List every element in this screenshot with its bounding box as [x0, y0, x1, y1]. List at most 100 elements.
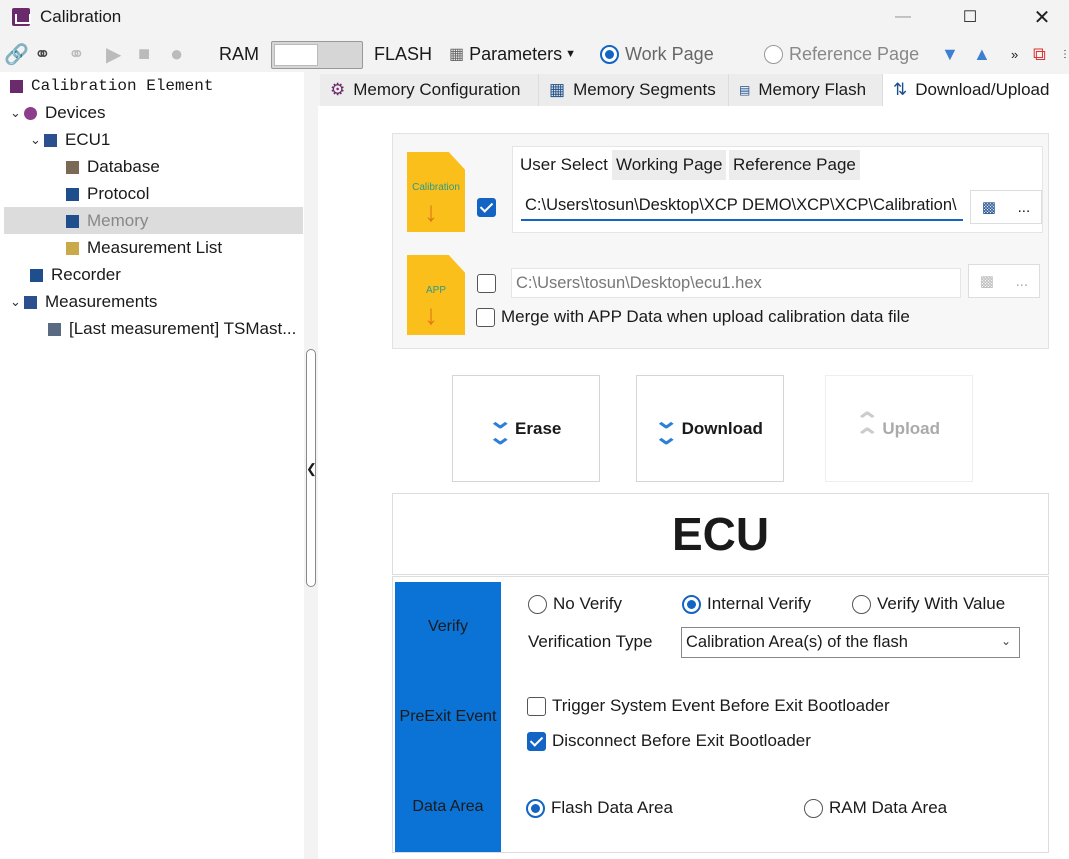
- app-browse-button[interactable]: ...: [1016, 273, 1029, 290]
- calibration-browse-button[interactable]: ...: [1018, 199, 1031, 216]
- stop-icon[interactable]: ■: [138, 36, 150, 72]
- overflow-icon[interactable]: »: [1011, 36, 1018, 72]
- play-icon[interactable]: ▶: [106, 36, 121, 72]
- tree-item-devices[interactable]: ⌄ Devices: [10, 100, 105, 126]
- gear-icon: ⚙: [330, 80, 346, 99]
- tab-memory-configuration[interactable]: ⚙ Memory Configuration: [320, 74, 539, 106]
- tree-root[interactable]: Calibration Element: [10, 73, 213, 99]
- tab-memory-segments[interactable]: ▦ Memory Segments: [539, 74, 729, 106]
- verification-type-label: Verification Type: [528, 632, 653, 651]
- work-page-radio[interactable]: Work Page: [600, 36, 714, 72]
- subtab-reference-page[interactable]: Reference Page: [729, 150, 860, 180]
- tree-item-label: Measurements: [45, 292, 158, 311]
- app-browse-buttons: ▩ ...: [968, 264, 1040, 298]
- collapse-left-icon[interactable]: ❮: [306, 461, 317, 477]
- tree-selection-highlight: [4, 207, 303, 234]
- memory-chip-icon: [66, 214, 79, 228]
- arrow-down-icon[interactable]: ▼: [941, 36, 959, 72]
- parameters-icon: ▦: [449, 46, 465, 63]
- export-icon[interactable]: ⧉: [1033, 36, 1046, 72]
- link-icon[interactable]: ⚭: [34, 36, 51, 72]
- chevron-down-double-icon: ⌄ ⌄: [653, 408, 680, 449]
- arrow-up-icon[interactable]: ▲: [973, 36, 991, 72]
- download-button[interactable]: ⌄ ⌄ Download: [636, 375, 784, 482]
- data-area-section-label: Data Area: [412, 798, 484, 815]
- app-file-checkbox[interactable]: [477, 274, 496, 293]
- tree-item-recorder[interactable]: Recorder: [30, 262, 121, 288]
- tree-item-ecu1[interactable]: ⌄ ECU1: [30, 127, 110, 153]
- add-file-icon[interactable]: ▩: [980, 272, 994, 290]
- record-icon[interactable]: ●: [170, 36, 183, 72]
- download-label: Download: [681, 418, 763, 438]
- maximize-icon[interactable]: ☐: [947, 0, 993, 34]
- calibration-file-checkbox[interactable]: [477, 198, 496, 217]
- tab-label: Download/Upload: [915, 80, 1050, 99]
- recorder-icon: [30, 268, 43, 282]
- chevron-down-icon: ⌄: [1000, 634, 1011, 648]
- flash-label: FLASH: [374, 43, 433, 64]
- subtab-working-page[interactable]: Working Page: [612, 150, 727, 180]
- tree-item-memory[interactable]: Memory: [66, 208, 148, 234]
- minimize-icon[interactable]: —: [880, 0, 926, 34]
- tree-item-label: ECU1: [65, 130, 111, 149]
- tree-item-label: Devices: [45, 103, 106, 122]
- disconnect-before-exit-option[interactable]: Disconnect Before Exit Bootloader: [527, 731, 811, 751]
- trigger-system-event-checkbox[interactable]: [527, 696, 546, 716]
- tree-item-last-measurement[interactable]: [Last measurement] TSMast...: [48, 316, 296, 342]
- ram-data-area-radio[interactable]: RAM Data Area: [804, 798, 947, 818]
- trigger-system-event-label: Trigger System Event Before Exit Bootloa…: [552, 696, 890, 715]
- parameters-menu[interactable]: ▦ Parameters ▼: [449, 36, 576, 72]
- window-title: Calibration: [40, 7, 122, 26]
- ecu-icon: [44, 133, 57, 147]
- memory-chip-icon: ▦: [549, 80, 566, 99]
- trigger-system-event-option[interactable]: Trigger System Event Before Exit Bootloa…: [527, 696, 890, 716]
- work-page-radio-icon: [600, 44, 619, 64]
- protocol-icon: [66, 187, 79, 201]
- app-path-field[interactable]: C:\Users\tosun\Desktop\ecu1.hex: [511, 268, 961, 298]
- ram-flash-toggle[interactable]: [271, 41, 363, 69]
- subtab-user-select[interactable]: User Select: [516, 150, 612, 180]
- more-icon[interactable]: ⋮: [1060, 36, 1069, 72]
- connect-icon[interactable]: 🔗: [4, 36, 29, 72]
- reference-page-label: Reference Page: [789, 43, 920, 64]
- tree-item-database[interactable]: Database: [66, 154, 160, 180]
- verify-with-value-label: Verify With Value: [877, 594, 1006, 613]
- no-verify-radio[interactable]: No Verify: [528, 594, 622, 614]
- tree-item-protocol[interactable]: Protocol: [66, 181, 149, 207]
- tree-item-label: Protocol: [87, 184, 150, 203]
- calibration-icon: [10, 79, 23, 93]
- chevron-up-double-icon: ⌃ ⌃: [854, 408, 881, 449]
- verification-type-select[interactable]: Calibration Area(s) of the flash ⌄: [681, 627, 1020, 658]
- database-icon: [66, 160, 79, 174]
- merge-checkbox[interactable]: [476, 307, 495, 327]
- tree-item-label: [Last measurement] TSMast...: [69, 319, 297, 338]
- no-verify-label: No Verify: [553, 594, 622, 613]
- internal-verify-radio[interactable]: Internal Verify: [682, 594, 811, 614]
- binary-icon: ▤: [739, 83, 751, 97]
- app-icon-label: APP: [425, 285, 446, 296]
- tree-item-label: Measurement List: [87, 238, 223, 257]
- tab-download-upload[interactable]: ⇅ Download/Upload: [883, 74, 1069, 106]
- reference-page-radio-icon: [764, 44, 783, 64]
- verify-with-value-radio[interactable]: Verify With Value: [852, 594, 1005, 614]
- reference-page-radio[interactable]: Reference Page: [764, 36, 919, 72]
- parameters-label: Parameters: [469, 43, 563, 64]
- chevron-down-icon: ⌄: [30, 132, 41, 147]
- disconnect-icon[interactable]: ⚭: [68, 36, 85, 72]
- calibration-path-field[interactable]: C:\Users\tosun\Desktop\XCP DEMO\XCP\XCP\…: [521, 191, 963, 221]
- tree-item-measurement-list[interactable]: Measurement List: [66, 235, 222, 261]
- title-bar: Calibration — ☐ ✕: [0, 0, 1069, 34]
- disconnect-before-exit-label: Disconnect Before Exit Bootloader: [552, 731, 811, 750]
- tree-item-measurements[interactable]: ⌄ Measurements: [10, 289, 157, 315]
- erase-label: Erase: [515, 418, 562, 438]
- add-file-icon[interactable]: ▩: [982, 198, 996, 216]
- upload-button[interactable]: ⌃ ⌃ Upload: [825, 375, 973, 482]
- ecu-title: ECU: [392, 493, 1049, 575]
- merge-option[interactable]: Merge with APP Data when upload calibrat…: [476, 307, 910, 327]
- flash-data-area-radio[interactable]: Flash Data Area: [526, 798, 673, 818]
- disconnect-before-exit-checkbox[interactable]: [527, 731, 546, 751]
- tab-memory-flash[interactable]: ▤ Memory Flash: [729, 74, 883, 106]
- erase-button[interactable]: ⌄ ⌄ Erase: [452, 375, 600, 482]
- close-icon[interactable]: ✕: [1019, 0, 1065, 34]
- chevron-down-double-icon: ⌄ ⌄: [486, 408, 513, 449]
